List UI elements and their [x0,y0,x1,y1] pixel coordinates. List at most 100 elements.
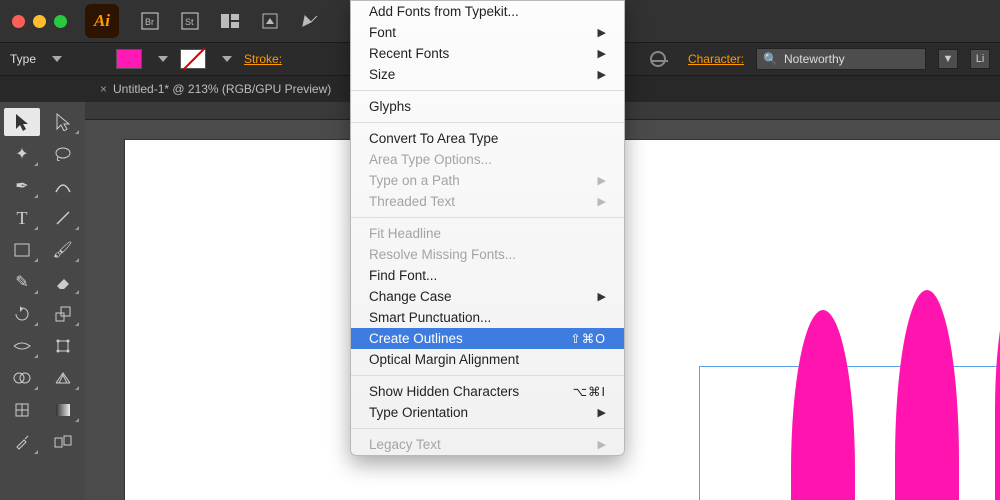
recolor-icon[interactable] [650,51,666,67]
eraser-tool[interactable] [45,268,81,296]
curvature-tool[interactable] [45,172,81,200]
menu-shortcut: ⌥⌘I [573,384,606,399]
scale-tool[interactable] [45,300,81,328]
submenu-arrow-icon: ▶ [598,26,606,39]
pen-tool[interactable]: ✒ [4,172,40,200]
menu-item-resolve-missing-fonts: Resolve Missing Fonts... [351,244,624,265]
menu-item-recent-fonts[interactable]: Recent Fonts ▶ [351,43,624,64]
menu-item-label: Type Orientation [369,405,468,420]
menu-separator [351,217,624,218]
paintbrush-tool[interactable]: 🖌 [45,236,81,264]
menu-item-label: Threaded Text [369,194,455,209]
stock-icon[interactable]: St [181,12,199,30]
rotate-tool[interactable] [4,300,40,328]
workspace-switcher: Br St [141,12,319,30]
pencil-tool[interactable]: ✎ [4,268,40,296]
menu-item-convert-to-area-type[interactable]: Convert To Area Type [351,128,624,149]
lasso-tool[interactable] [45,140,81,168]
menu-item-label: Font [369,25,396,40]
menu-item-label: Area Type Options... [369,152,492,167]
zoom-window-button[interactable] [54,15,67,28]
bridge-icon[interactable]: Br [141,12,159,30]
magic-wand-tool[interactable]: ✦ [4,140,40,168]
fill-swatch[interactable] [116,49,142,69]
app-icon: Ai [85,4,119,38]
menu-item-label: Show Hidden Characters [369,384,519,399]
font-style-field[interactable]: Li [970,49,990,69]
menu-item-label: Smart Punctuation... [369,310,491,325]
submenu-arrow-icon: ▶ [598,406,606,419]
close-window-button[interactable] [12,15,25,28]
menu-item-create-outlines[interactable]: Create Outlines⇧⌘O [351,328,624,349]
menu-item-show-hidden-characters[interactable]: Show Hidden Characters ⌥⌘I [351,381,624,402]
menu-item-label: Legacy Text [369,437,441,452]
arrange-docs-icon[interactable] [221,12,239,30]
menu-item-font[interactable]: Font ▶ [351,22,624,43]
gradient-tool[interactable] [45,396,81,424]
gpu-icon[interactable] [261,12,279,30]
menu-item-type-orientation[interactable]: Type Orientation ▶ [351,402,624,423]
menu-item-add-fonts-from-typekit[interactable]: Add Fonts from Typekit... [351,1,624,22]
mesh-tool[interactable] [4,396,40,424]
minimize-window-button[interactable] [33,15,46,28]
shape-builder-tool[interactable] [4,364,40,392]
eyedropper-tool[interactable] [4,428,40,456]
menu-item-change-case[interactable]: Change Case ▶ [351,286,624,307]
submenu-arrow-icon: ▶ [598,195,606,208]
menu-item-label: Convert To Area Type [369,131,498,146]
free-transform-tool[interactable] [45,332,81,360]
submenu-arrow-icon: ▶ [598,290,606,303]
tool-label: Type [10,52,36,66]
menu-item-find-font[interactable]: Find Font... [351,265,624,286]
menu-item-optical-margin-alignment[interactable]: Optical Margin Alignment [351,349,624,370]
menu-item-label: Size [369,67,395,82]
menu-separator [351,428,624,429]
stroke-swatch[interactable] [180,49,206,69]
font-dropdown[interactable]: ▼ [938,49,958,69]
perspective-grid-tool[interactable] [45,364,81,392]
character-label[interactable]: Character: [688,52,744,66]
menu-item-fit-headline: Fit Headline [351,223,624,244]
rectangle-tool[interactable] [4,236,40,264]
menu-item-size[interactable]: Size ▶ [351,64,624,85]
toolbox: ✦ ✒ T 🖌 ✎ [0,102,85,500]
stroke-dropdown[interactable] [222,56,232,62]
stroke-label[interactable]: Stroke: [244,52,282,66]
close-tab-button[interactable]: × [100,82,107,96]
line-tool[interactable] [45,204,81,232]
menu-item-label: Optical Margin Alignment [369,352,519,367]
submenu-arrow-icon: ▶ [598,438,606,451]
menu-item-type-on-a-path: Type on a Path▶ [351,170,624,191]
type-menu: Add Fonts from Typekit...Font▶Recent Fon… [350,0,625,456]
submenu-arrow-icon: ▶ [598,68,606,81]
menu-item-label: Fit Headline [369,226,441,241]
blend-tool[interactable] [45,428,81,456]
type-tool[interactable]: T [4,204,40,232]
menu-item-label: Resolve Missing Fonts... [369,247,516,262]
document-tab-title[interactable]: Untitled-1* @ 213% (RGB/GPU Preview) [113,82,331,96]
font-input[interactable] [784,52,894,66]
menu-item-legacy-text: Legacy Text ▶ [351,434,624,455]
feedback-icon[interactable] [301,12,319,30]
menu-item-label: Change Case [369,289,452,304]
menu-item-label: Glyphs [369,99,411,114]
menu-item-smart-punctuation[interactable]: Smart Punctuation... [351,307,624,328]
menu-item-label: Add Fonts from Typekit... [369,4,519,19]
menu-separator [351,90,624,91]
menu-item-label: Type on a Path [369,173,460,188]
fill-dropdown[interactable] [158,56,168,62]
search-icon: 🔍 [763,52,778,66]
width-tool[interactable] [4,332,40,360]
menu-shortcut: ⇧⌘O [570,331,606,346]
font-family-field[interactable]: 🔍 [756,48,926,70]
menu-separator [351,375,624,376]
submenu-arrow-icon: ▶ [598,47,606,60]
menu-item-glyphs[interactable]: Glyphs [351,96,624,117]
menu-item-area-type-options: Area Type Options... [351,149,624,170]
selection-tool[interactable] [4,108,40,136]
menu-item-label: Recent Fonts [369,46,449,61]
menu-item-label: Find Font... [369,268,437,283]
svg-text:Br: Br [145,17,154,27]
tool-dropdown[interactable] [52,56,62,62]
direct-selection-tool[interactable] [45,108,81,136]
